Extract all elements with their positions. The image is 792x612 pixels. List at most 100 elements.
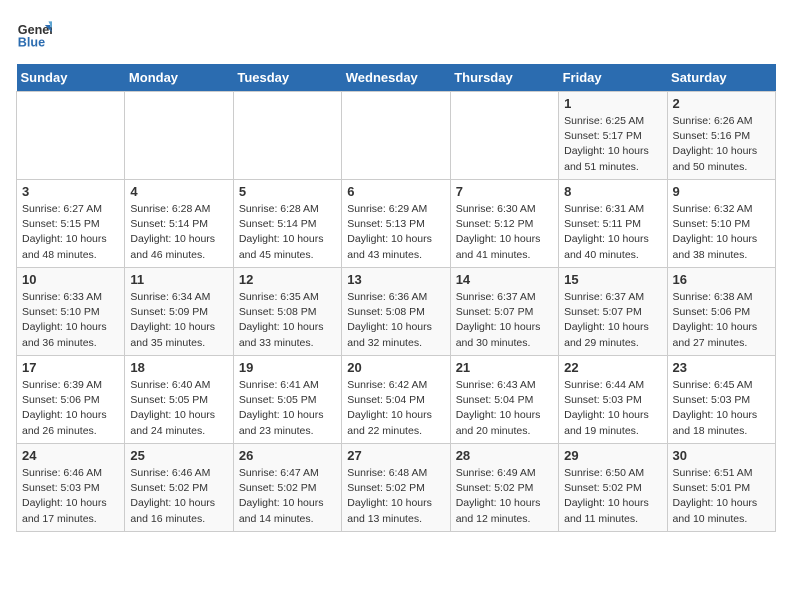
day-info: Sunrise: 6:31 AM Sunset: 5:11 PM Dayligh…	[564, 202, 661, 263]
day-number: 21	[456, 360, 553, 375]
calendar-cell: 6 Sunrise: 6:29 AM Sunset: 5:13 PM Daylig…	[342, 180, 450, 268]
weekday-header: Thursday	[450, 64, 558, 92]
day-info: Sunrise: 6:40 AM Sunset: 5:05 PM Dayligh…	[130, 378, 227, 439]
day-number: 26	[239, 448, 336, 463]
day-info: Sunrise: 6:37 AM Sunset: 5:07 PM Dayligh…	[564, 290, 661, 351]
calendar-cell: 5Sunrise: 6:28 AM Sunset: 5:14 PM Daylig…	[233, 180, 341, 268]
day-info: Sunrise: 6:28 AM Sunset: 5:14 PM Dayligh…	[130, 202, 227, 263]
day-number: 24	[22, 448, 119, 463]
day-info: Sunrise: 6:43 AM Sunset: 5:04 PM Dayligh…	[456, 378, 553, 439]
day-number: 27	[347, 448, 444, 463]
day-number: 30	[673, 448, 770, 463]
calendar-cell: 27Sunrise: 6:48 AM Sunset: 5:02 PM Dayli…	[342, 444, 450, 532]
day-number: 20	[347, 360, 444, 375]
calendar-cell: 20 Sunrise: 6:42 AM Sunset: 5:04 PM Dayli…	[342, 356, 450, 444]
calendar-cell: 24 Sunrise: 6:46 AM Sunset: 5:03 PM Dayli…	[17, 444, 125, 532]
day-info: Sunrise: 6:35 AM Sunset: 5:08 PM Dayligh…	[239, 290, 336, 351]
calendar-cell	[450, 92, 558, 180]
weekday-header: Wednesday	[342, 64, 450, 92]
day-number: 25	[130, 448, 227, 463]
day-number: 19	[239, 360, 336, 375]
calendar-cell: 25 Sunrise: 6:46 AM Sunset: 5:02 PM Dayli…	[125, 444, 233, 532]
calendar-cell: 17 Sunrise: 6:39 AM Sunset: 5:06 PM Dayli…	[17, 356, 125, 444]
calendar-cell: 2 Sunrise: 6:26 AM Sunset: 5:16 PM Daylig…	[667, 92, 775, 180]
calendar-cell: 9 Sunrise: 6:32 AM Sunset: 5:10 PM Daylig…	[667, 180, 775, 268]
calendar-cell: 14Sunrise: 6:37 AM Sunset: 5:07 PM Dayli…	[450, 268, 558, 356]
calendar-cell: 28 Sunrise: 6:49 AM Sunset: 5:02 PM Dayli…	[450, 444, 558, 532]
day-number: 4	[130, 184, 227, 199]
logo: General Blue	[16, 16, 52, 52]
calendar-table: SundayMondayTuesdayWednesdayThursdayFrid…	[16, 64, 776, 532]
calendar-cell	[17, 92, 125, 180]
calendar-cell	[125, 92, 233, 180]
day-info: Sunrise: 6:33 AM Sunset: 5:10 PM Dayligh…	[22, 290, 119, 351]
day-info: Sunrise: 6:32 AM Sunset: 5:10 PM Dayligh…	[673, 202, 770, 263]
day-info: Sunrise: 6:41 AM Sunset: 5:05 PM Dayligh…	[239, 378, 336, 439]
day-info: Sunrise: 6:36 AM Sunset: 5:08 PM Dayligh…	[347, 290, 444, 351]
day-number: 29	[564, 448, 661, 463]
day-number: 5	[239, 184, 336, 199]
day-info: Sunrise: 6:39 AM Sunset: 5:06 PM Dayligh…	[22, 378, 119, 439]
day-number: 22	[564, 360, 661, 375]
day-number: 1	[564, 96, 661, 111]
day-info: Sunrise: 6:45 AM Sunset: 5:03 PM Dayligh…	[673, 378, 770, 439]
calendar-cell: 19 Sunrise: 6:41 AM Sunset: 5:05 PM Dayli…	[233, 356, 341, 444]
day-number: 28	[456, 448, 553, 463]
day-info: Sunrise: 6:26 AM Sunset: 5:16 PM Dayligh…	[673, 114, 770, 175]
calendar-week-row: 24 Sunrise: 6:46 AM Sunset: 5:03 PM Dayli…	[17, 444, 776, 532]
calendar-cell: 29 Sunrise: 6:50 AM Sunset: 5:02 PM Dayli…	[559, 444, 667, 532]
day-number: 15	[564, 272, 661, 287]
calendar-week-row: 3 Sunrise: 6:27 AM Sunset: 5:15 PM Daylig…	[17, 180, 776, 268]
calendar-cell: 13 Sunrise: 6:36 AM Sunset: 5:08 PM Dayli…	[342, 268, 450, 356]
calendar-cell: 10Sunrise: 6:33 AM Sunset: 5:10 PM Dayli…	[17, 268, 125, 356]
day-info: Sunrise: 6:44 AM Sunset: 5:03 PM Dayligh…	[564, 378, 661, 439]
day-info: Sunrise: 6:42 AM Sunset: 5:04 PM Dayligh…	[347, 378, 444, 439]
weekday-header: Friday	[559, 64, 667, 92]
day-number: 6	[347, 184, 444, 199]
day-number: 2	[673, 96, 770, 111]
day-number: 9	[673, 184, 770, 199]
day-info: Sunrise: 6:49 AM Sunset: 5:02 PM Dayligh…	[456, 466, 553, 527]
calendar-cell: 23Sunrise: 6:45 AM Sunset: 5:03 PM Dayli…	[667, 356, 775, 444]
calendar-week-row: 17 Sunrise: 6:39 AM Sunset: 5:06 PM Dayli…	[17, 356, 776, 444]
weekday-header: Tuesday	[233, 64, 341, 92]
day-info: Sunrise: 6:51 AM Sunset: 5:01 PM Dayligh…	[673, 466, 770, 527]
calendar-cell: 7 Sunrise: 6:30 AM Sunset: 5:12 PM Daylig…	[450, 180, 558, 268]
day-number: 18	[130, 360, 227, 375]
day-info: Sunrise: 6:30 AM Sunset: 5:12 PM Dayligh…	[456, 202, 553, 263]
weekday-header: Saturday	[667, 64, 775, 92]
day-info: Sunrise: 6:46 AM Sunset: 5:02 PM Dayligh…	[130, 466, 227, 527]
svg-text:Blue: Blue	[18, 36, 45, 50]
page-header: General Blue	[16, 16, 776, 52]
day-number: 17	[22, 360, 119, 375]
calendar-cell: 26 Sunrise: 6:47 AM Sunset: 5:02 PM Dayli…	[233, 444, 341, 532]
day-number: 16	[673, 272, 770, 287]
calendar-cell: 4 Sunrise: 6:28 AM Sunset: 5:14 PM Daylig…	[125, 180, 233, 268]
calendar-cell: 16 Sunrise: 6:38 AM Sunset: 5:06 PM Dayli…	[667, 268, 775, 356]
calendar-cell: 3 Sunrise: 6:27 AM Sunset: 5:15 PM Daylig…	[17, 180, 125, 268]
calendar-cell: 11 Sunrise: 6:34 AM Sunset: 5:09 PM Dayli…	[125, 268, 233, 356]
day-info: Sunrise: 6:50 AM Sunset: 5:02 PM Dayligh…	[564, 466, 661, 527]
calendar-cell: 22 Sunrise: 6:44 AM Sunset: 5:03 PM Dayli…	[559, 356, 667, 444]
day-info: Sunrise: 6:46 AM Sunset: 5:03 PM Dayligh…	[22, 466, 119, 527]
weekday-header: Monday	[125, 64, 233, 92]
calendar-cell: 18 Sunrise: 6:40 AM Sunset: 5:05 PM Dayli…	[125, 356, 233, 444]
calendar-cell	[233, 92, 341, 180]
day-info: Sunrise: 6:47 AM Sunset: 5:02 PM Dayligh…	[239, 466, 336, 527]
calendar-cell: 15 Sunrise: 6:37 AM Sunset: 5:07 PM Dayli…	[559, 268, 667, 356]
day-info: Sunrise: 6:25 AM Sunset: 5:17 PM Dayligh…	[564, 114, 661, 175]
day-info: Sunrise: 6:27 AM Sunset: 5:15 PM Dayligh…	[22, 202, 119, 263]
day-info: Sunrise: 6:34 AM Sunset: 5:09 PM Dayligh…	[130, 290, 227, 351]
day-info: Sunrise: 6:29 AM Sunset: 5:13 PM Dayligh…	[347, 202, 444, 263]
calendar-cell	[342, 92, 450, 180]
day-number: 3	[22, 184, 119, 199]
calendar-cell: 21 Sunrise: 6:43 AM Sunset: 5:04 PM Dayli…	[450, 356, 558, 444]
calendar-week-row: 1 Sunrise: 6:25 AM Sunset: 5:17 PM Daylig…	[17, 92, 776, 180]
calendar-cell: 12 Sunrise: 6:35 AM Sunset: 5:08 PM Dayli…	[233, 268, 341, 356]
day-info: Sunrise: 6:38 AM Sunset: 5:06 PM Dayligh…	[673, 290, 770, 351]
day-number: 13	[347, 272, 444, 287]
day-number: 11	[130, 272, 227, 287]
calendar-cell: 1 Sunrise: 6:25 AM Sunset: 5:17 PM Daylig…	[559, 92, 667, 180]
day-number: 12	[239, 272, 336, 287]
day-number: 7	[456, 184, 553, 199]
